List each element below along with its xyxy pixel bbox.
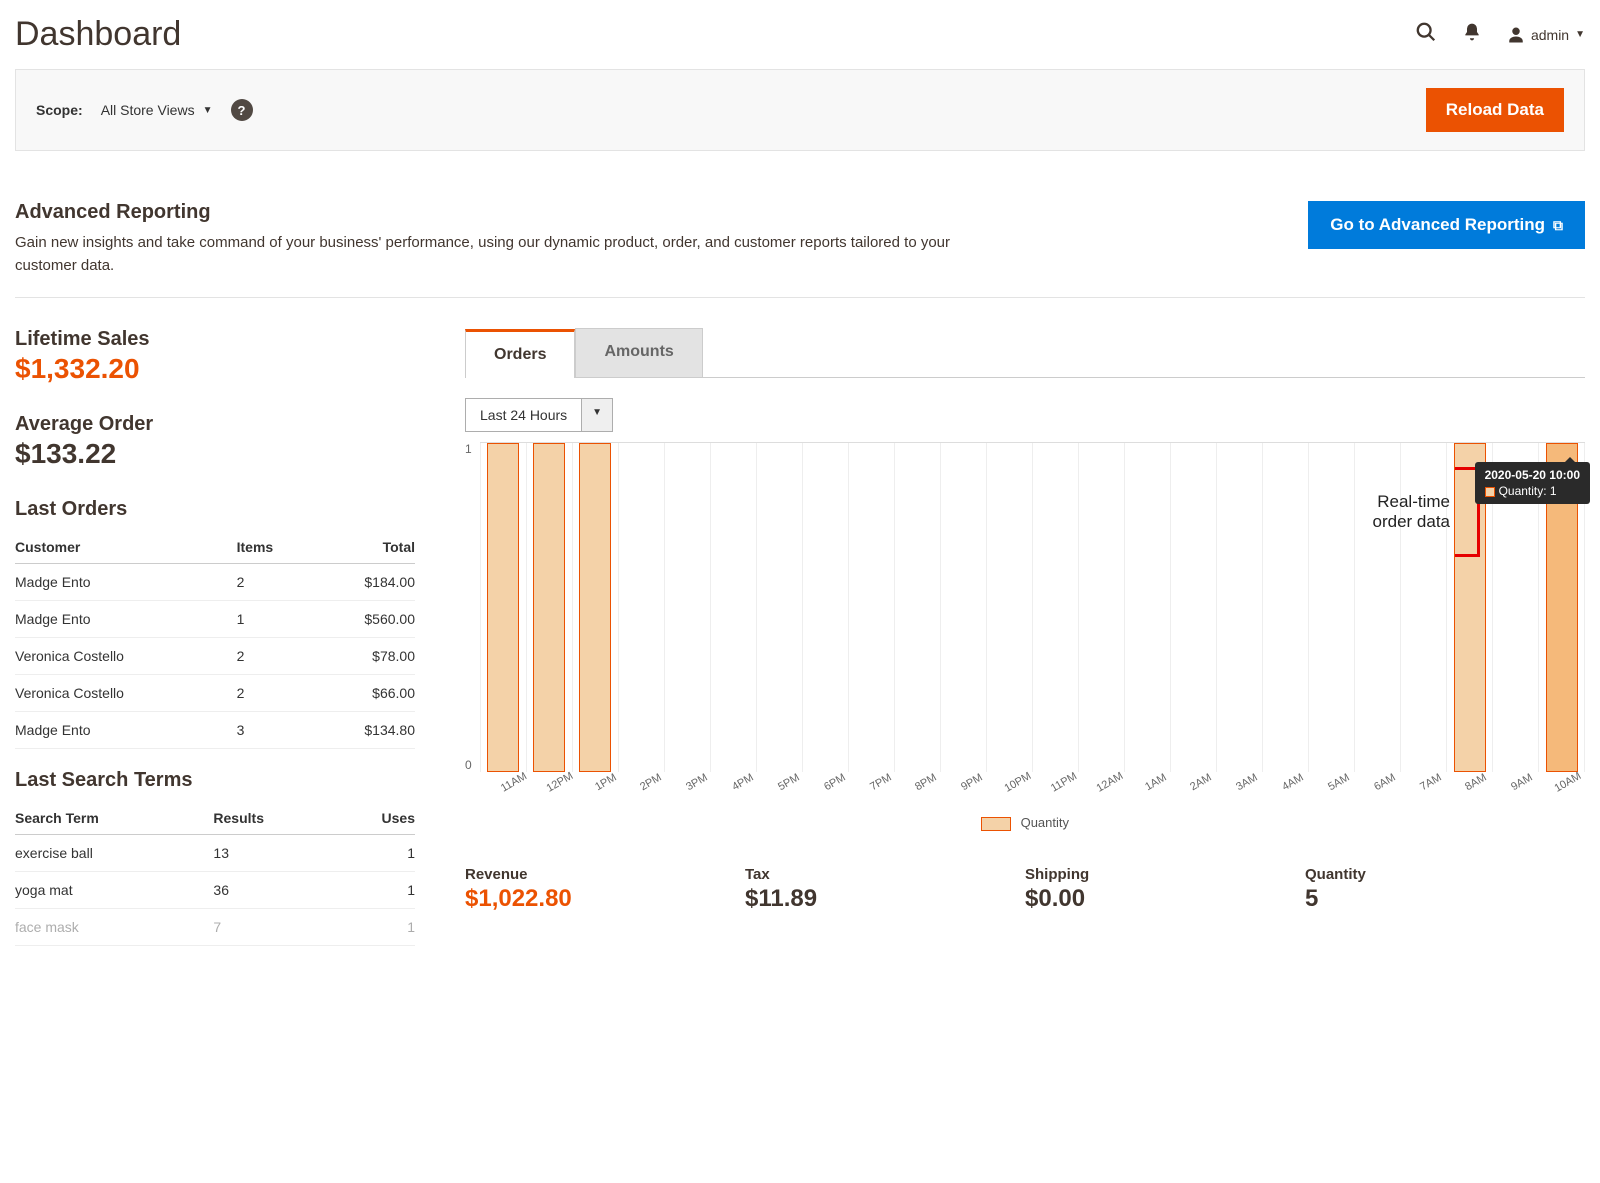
chevron-down-icon: ▼ [1575,29,1585,40]
advanced-reporting-title: Advanced Reporting [15,201,1015,224]
cell-uses: 1 [344,872,415,909]
chart-bar[interactable] [579,443,611,772]
advanced-reporting-section: Advanced Reporting Gain new insights and… [15,181,1585,298]
cell-items: 2 [217,638,322,675]
scope-select[interactable]: All Store Views ▼ [101,102,213,118]
chart-bar[interactable] [533,443,565,772]
cell-results: 13 [193,835,343,872]
tooltip-value: Quantity: 1 [1499,484,1557,498]
scope-label: Scope: [36,102,83,118]
user-icon [1507,26,1525,44]
chevron-down-icon: ▼ [203,105,213,116]
col-term: Search Term [15,802,193,835]
cell-total: $184.00 [321,564,415,601]
tooltip-swatch [1485,487,1495,497]
page-title: Dashboard [15,15,181,54]
legend-swatch [981,817,1011,831]
table-row[interactable]: Veronica Costello2$66.00 [15,675,415,712]
chart-tooltip: 2020-05-20 10:00 Quantity: 1 [1475,462,1590,504]
last-orders-title: Last Orders [15,498,415,521]
chevron-down-icon[interactable]: ▼ [582,398,613,432]
cell-term: exercise ball [15,835,193,872]
external-link-icon: ⧉ [1553,217,1563,234]
cell-customer: Madge Ento [15,712,217,749]
table-row[interactable]: Madge Ento2$184.00 [15,564,415,601]
col-uses: Uses [344,802,415,835]
tab-orders[interactable]: Orders [465,329,575,378]
scope-value: All Store Views [101,102,195,118]
tooltip-date: 2020-05-20 10:00 [1485,468,1580,482]
cell-results: 36 [193,872,343,909]
tax-value: $11.89 [745,885,1025,913]
cell-uses: 1 [344,909,415,946]
col-items: Items [217,531,322,564]
period-select[interactable]: Last 24 Hours [465,398,582,432]
lifetime-sales-value: $1,332.20 [15,353,415,385]
table-row[interactable]: exercise ball131 [15,835,415,872]
admin-user-label: admin [1531,27,1569,43]
revenue-value: $1,022.80 [465,885,745,913]
tax-label: Tax [745,866,1025,883]
advanced-reporting-button-label: Go to Advanced Reporting [1330,215,1545,235]
advanced-reporting-desc: Gain new insights and take command of yo… [15,232,1015,277]
cell-customer: Veronica Costello [15,675,217,712]
shipping-value: $0.00 [1025,885,1305,913]
quantity-label: Quantity [1305,866,1585,883]
col-customer: Customer [15,531,217,564]
table-row[interactable]: Madge Ento3$134.80 [15,712,415,749]
cell-customer: Madge Ento [15,601,217,638]
advanced-reporting-button[interactable]: Go to Advanced Reporting ⧉ [1308,201,1585,249]
table-row[interactable]: Veronica Costello2$78.00 [15,638,415,675]
cell-items: 1 [217,601,322,638]
table-row[interactable]: face mask71 [15,909,415,946]
average-order-value: $133.22 [15,438,415,470]
quantity-value: 5 [1305,885,1585,913]
revenue-label: Revenue [465,866,745,883]
cell-term: face mask [15,909,193,946]
y-tick: 1 [465,442,472,456]
scope-bar: Scope: All Store Views ▼ ? Reload Data [15,69,1585,151]
admin-user-menu[interactable]: admin ▼ [1507,26,1585,44]
cell-total: $134.80 [321,712,415,749]
search-terms-title: Last Search Terms [15,769,415,792]
search-terms-table: Search Term Results Uses exercise ball13… [15,802,415,946]
cell-items: 3 [217,712,322,749]
tab-amounts[interactable]: Amounts [575,328,702,377]
col-results: Results [193,802,343,835]
average-order-label: Average Order [15,413,415,436]
cell-results: 7 [193,909,343,946]
cell-uses: 1 [344,835,415,872]
legend-label: Quantity [1021,815,1069,830]
cell-customer: Veronica Costello [15,638,217,675]
cell-items: 2 [217,675,322,712]
notifications-icon[interactable] [1462,22,1482,48]
cell-term: yoga mat [15,872,193,909]
orders-chart: 1 0 11AM12PM1PM2PM3PM4PM5PM6PM7PM8PM9PM1… [465,442,1585,831]
col-total: Total [321,531,415,564]
cell-items: 2 [217,564,322,601]
shipping-label: Shipping [1025,866,1305,883]
y-tick: 0 [465,758,472,772]
table-row[interactable]: yoga mat361 [15,872,415,909]
table-row[interactable]: Madge Ento1$560.00 [15,601,415,638]
lifetime-sales-label: Lifetime Sales [15,328,415,351]
cell-total: $560.00 [321,601,415,638]
reload-data-button[interactable]: Reload Data [1426,88,1564,132]
cell-total: $78.00 [321,638,415,675]
search-icon[interactable] [1415,21,1437,49]
help-icon[interactable]: ? [231,99,253,121]
chart-bar[interactable] [487,443,519,772]
last-orders-table: Customer Items Total Madge Ento2$184.00M… [15,531,415,749]
cell-customer: Madge Ento [15,564,217,601]
cell-total: $66.00 [321,675,415,712]
